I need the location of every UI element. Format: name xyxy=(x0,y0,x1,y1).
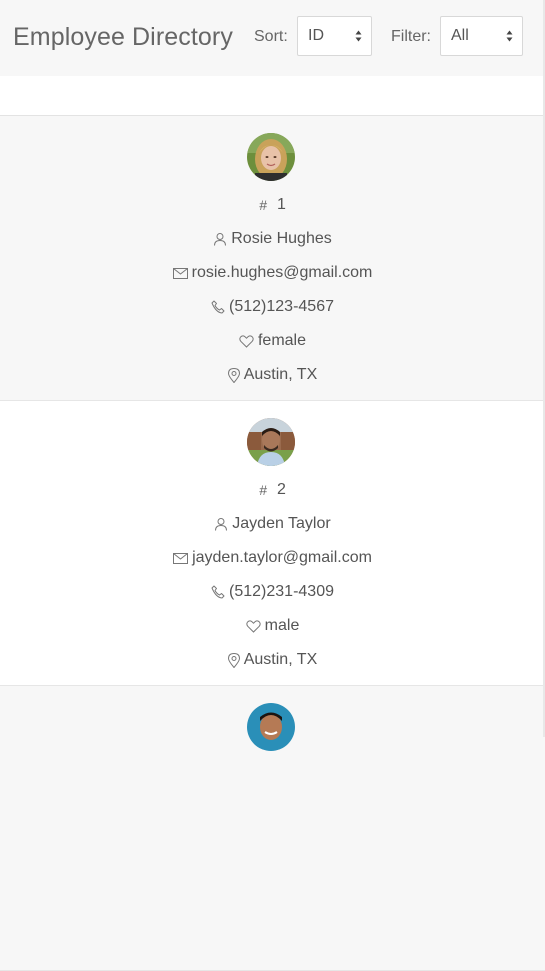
employee-card: #1 Rosie Hughes rosie.hughes@gmail.com (… xyxy=(0,116,545,401)
employee-name: Rosie Hughes xyxy=(0,229,545,249)
employee-location: Austin, TX xyxy=(0,365,545,385)
sort-select[interactable]: ID xyxy=(297,16,372,56)
avatar xyxy=(247,418,295,466)
page-title: Employee Directory xyxy=(13,23,233,51)
heart-icon xyxy=(246,619,261,633)
user-icon xyxy=(214,233,227,246)
employee-card xyxy=(0,686,545,971)
avatar xyxy=(247,703,295,751)
heart-icon xyxy=(239,334,254,348)
filter-select[interactable]: All xyxy=(440,16,523,56)
map-pin-icon xyxy=(227,652,240,668)
employee-id: #2 xyxy=(259,481,286,498)
phone-icon xyxy=(211,585,225,599)
sort-select-value: ID xyxy=(308,27,324,44)
employee-gender: male xyxy=(0,616,545,636)
phone-icon xyxy=(211,300,225,314)
search-spacer xyxy=(0,76,545,116)
select-arrows-icon xyxy=(506,30,513,42)
employee-id: #1 xyxy=(259,196,286,213)
filter-label: Filter: xyxy=(391,28,431,45)
employee-location: Austin, TX xyxy=(0,650,545,670)
employee-name: Jayden Taylor xyxy=(0,514,545,534)
map-pin-icon xyxy=(227,367,240,383)
employee-card: #2 Jayden Taylor jayden.taylor@gmail.com… xyxy=(0,401,545,686)
select-arrows-icon xyxy=(355,30,362,42)
employee-gender: female xyxy=(0,331,545,351)
filter-select-value: All xyxy=(451,27,469,44)
employee-phone: (512)123-4567 xyxy=(0,297,545,317)
user-icon xyxy=(215,518,228,531)
hash-icon: # xyxy=(259,482,267,498)
employee-list: #1 Rosie Hughes rosie.hughes@gmail.com (… xyxy=(0,116,545,971)
employee-phone: (512)231-4309 xyxy=(0,582,545,602)
sort-label: Sort: xyxy=(254,28,288,45)
employee-email: jayden.taylor@gmail.com xyxy=(0,548,545,568)
app-header: Employee Directory Sort: ID Filter: All xyxy=(0,0,545,76)
avatar xyxy=(247,133,295,181)
envelope-icon xyxy=(172,267,188,279)
hash-icon: # xyxy=(259,197,267,213)
employee-email: rosie.hughes@gmail.com xyxy=(0,263,545,283)
envelope-icon xyxy=(173,552,189,564)
